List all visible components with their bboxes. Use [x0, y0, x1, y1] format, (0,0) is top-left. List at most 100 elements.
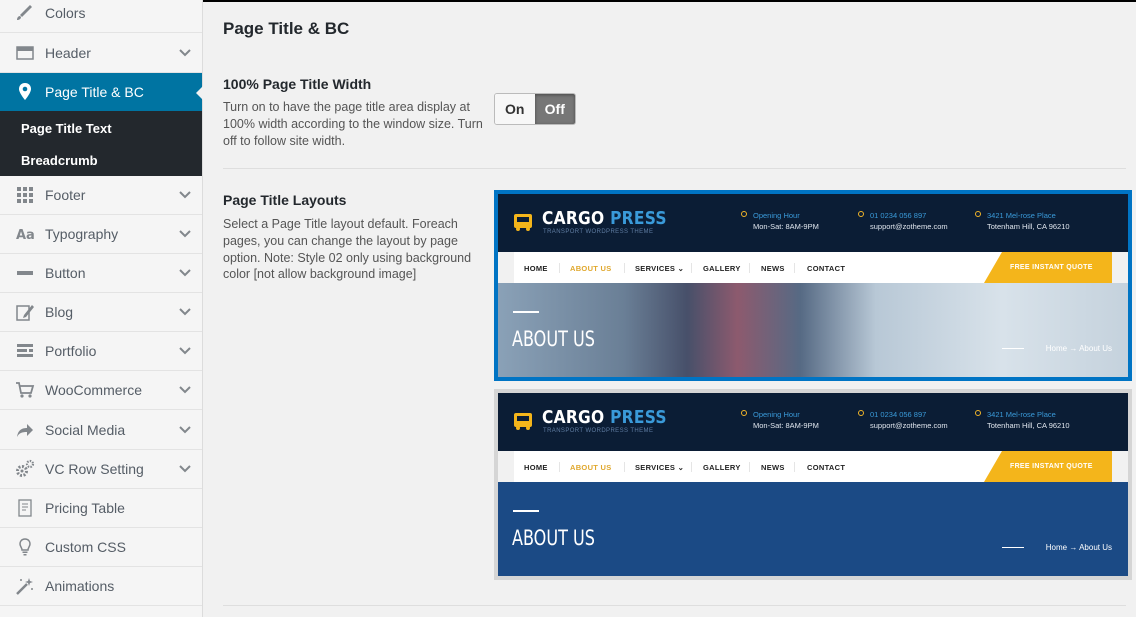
- gears-icon: [0, 459, 45, 479]
- chevron-down-icon[interactable]: [168, 269, 202, 277]
- preview-topbar: CARGO PRESS TRANSPORT WORDPRESS THEME Op…: [498, 194, 1128, 252]
- truck-icon: [514, 214, 532, 231]
- preview-info-phone: 01 0234 056 897 support@zotheme.com: [858, 409, 948, 431]
- sidebar-item-button[interactable]: Button: [0, 254, 202, 293]
- sidebar-item-header[interactable]: Header: [0, 34, 202, 73]
- chevron-down-icon[interactable]: [168, 426, 202, 434]
- preview-tagline: TRANSPORT WORDPRESS THEME: [543, 428, 654, 434]
- sidebar-item-label: Page Title & BC: [45, 84, 144, 100]
- preview-breadcrumb: Home → About Us: [1045, 543, 1112, 552]
- sidebar-item-label: WooCommerce: [45, 382, 142, 398]
- header-icon: [0, 43, 45, 63]
- truck-icon: [514, 413, 532, 430]
- document-icon: [0, 498, 45, 518]
- page-title-width-switch[interactable]: On Off: [494, 93, 576, 125]
- sidebar-item-label: Animations: [45, 578, 115, 594]
- sidebar-subnav: Page Title Text Breadcrumb: [0, 111, 202, 176]
- preview-info-hours: Opening Hour Mon-Sat: 8AM-9PM: [741, 210, 819, 232]
- sidebar-item-label: Button: [45, 265, 86, 281]
- section-title-page-title-width: 100% Page Title Width: [223, 76, 372, 92]
- chevron-down-icon[interactable]: [168, 347, 202, 355]
- sidebar: Colors Header Page Title & BC Page Title…: [0, 0, 203, 617]
- layout-option-style-01[interactable]: CARGO PRESS TRANSPORT WORDPRESS THEME Op…: [494, 190, 1132, 381]
- sidebar-item-label: Footer: [45, 187, 86, 203]
- preview-breadcrumb: Home → About Us: [1045, 344, 1112, 353]
- preview-nav-item: ABOUT US: [570, 463, 612, 472]
- preview-topbar: CARGO PRESS TRANSPORT WORDPRESS THEME Op…: [498, 393, 1128, 451]
- sidebar-item-typography[interactable]: Aa Typography: [0, 215, 202, 254]
- chevron-down-icon[interactable]: [168, 386, 202, 394]
- preview-navbar: HOME ABOUT US SERVICES ⌄ GALLERY NEWS CO…: [514, 252, 1112, 283]
- sidebar-item-animations[interactable]: Animations: [0, 567, 202, 606]
- sidebar-item-label: Typography: [45, 226, 119, 242]
- chevron-down-icon[interactable]: [168, 230, 202, 238]
- switch-off-button[interactable]: Off: [534, 94, 575, 124]
- sidebar-item-label: Colors: [45, 5, 86, 21]
- sidebar-item-label: Header: [45, 45, 91, 61]
- section-divider: [223, 168, 1126, 169]
- button-icon: [0, 263, 45, 283]
- preview-hero-color: ABOUT US Home → About Us: [498, 482, 1128, 576]
- chevron-down-icon[interactable]: [168, 465, 202, 473]
- sidebar-item-colors[interactable]: Colors: [0, 0, 202, 33]
- preview-info-phone: 01 0234 056 897 support@zotheme.com: [858, 210, 948, 232]
- switch-on-button[interactable]: On: [495, 94, 535, 124]
- sidebar-item-label: Custom CSS: [45, 539, 126, 555]
- portfolio-icon: [0, 341, 45, 361]
- sidebar-item-woocommerce[interactable]: WooCommerce: [0, 371, 202, 410]
- brush-icon: [0, 3, 45, 23]
- sidebar-item-label: Social Media: [45, 422, 126, 438]
- chevron-down-icon[interactable]: [168, 191, 202, 199]
- preview-nav-item: NEWS: [761, 463, 785, 472]
- preview-navbar: HOME ABOUT US SERVICES ⌄ GALLERY NEWS CO…: [514, 451, 1112, 482]
- sidebar-item-social-media[interactable]: Social Media: [0, 411, 202, 450]
- sidebar-item-pricing-table[interactable]: Pricing Table: [0, 489, 202, 528]
- sidebar-item-portfolio[interactable]: Portfolio: [0, 332, 202, 371]
- sidebar-item-blog[interactable]: Blog: [0, 293, 202, 332]
- map-pin-icon: [0, 82, 45, 102]
- section-desc-page-title-width: Turn on to have the page title area disp…: [223, 100, 483, 148]
- grid-icon: [0, 185, 45, 205]
- chevron-down-icon[interactable]: [168, 308, 202, 316]
- magic-wand-icon: [0, 576, 45, 596]
- sidebar-item-label: Blog: [45, 304, 74, 320]
- layout-option-style-02[interactable]: CARGO PRESS TRANSPORT WORDPRESS THEME Op…: [494, 389, 1132, 580]
- preview-nav-item: HOME: [524, 463, 548, 472]
- sidebar-item-custom-css[interactable]: Custom CSS: [0, 528, 202, 567]
- preview-nav-item: NEWS: [761, 264, 785, 273]
- preview-nav-item: CONTACT: [807, 264, 846, 273]
- subnav-item-breadcrumb[interactable]: Breadcrumb: [21, 153, 98, 168]
- sidebar-item-footer[interactable]: Footer: [0, 176, 202, 215]
- sidebar-item-vc-row-setting[interactable]: VC Row Setting: [0, 450, 202, 489]
- sidebar-item-page-title-bc[interactable]: Page Title & BC: [0, 73, 203, 111]
- lightbulb-icon: [0, 537, 45, 557]
- preview-tagline: TRANSPORT WORDPRESS THEME: [543, 229, 654, 235]
- typography-icon: Aa: [0, 224, 45, 244]
- svg-text:Aa: Aa: [16, 228, 35, 243]
- preview-nav-item: HOME: [524, 264, 548, 273]
- sidebar-item-label: Pricing Table: [45, 500, 125, 516]
- preview-nav-item: SERVICES ⌄: [635, 463, 685, 472]
- preview-info-hours: Opening Hour Mon-Sat: 8AM-9PM: [741, 409, 819, 431]
- chevron-down-icon[interactable]: [168, 49, 202, 57]
- main-panel: Page Title & BC 100% Page Title Width Tu…: [203, 2, 1136, 617]
- preview-quote-button: FREE INSTANT QUOTE: [984, 252, 1112, 283]
- page-title: Page Title & BC: [223, 19, 350, 38]
- section-title-page-title-layouts: Page Title Layouts: [223, 192, 347, 208]
- preview-heading: ABOUT US: [512, 327, 595, 351]
- preview-quote-button: FREE INSTANT QUOTE: [984, 451, 1112, 482]
- subnav-item-page-title-text[interactable]: Page Title Text: [21, 121, 112, 136]
- preview-nav-item: ABOUT US: [570, 264, 612, 273]
- preview-nav-item: CONTACT: [807, 463, 846, 472]
- edit-icon: [0, 302, 45, 322]
- sidebar-item-label: VC Row Setting: [45, 461, 144, 477]
- section-divider: [223, 605, 1126, 606]
- preview-hero-image: ABOUT US Home → About Us: [498, 283, 1128, 377]
- preview-nav-item: GALLERY: [703, 264, 741, 273]
- sidebar-item-label: Portfolio: [45, 343, 97, 359]
- preview-nav-item: SERVICES ⌄: [635, 264, 685, 273]
- section-desc-page-title-layouts: Select a Page Title layout default. Fore…: [223, 217, 472, 282]
- preview-logo: CARGO PRESS: [542, 407, 667, 428]
- preview-heading: ABOUT US: [512, 526, 595, 550]
- preview-info-address: 3421 Mel-rose Place Totenham Hill, CA 962…: [975, 409, 1070, 431]
